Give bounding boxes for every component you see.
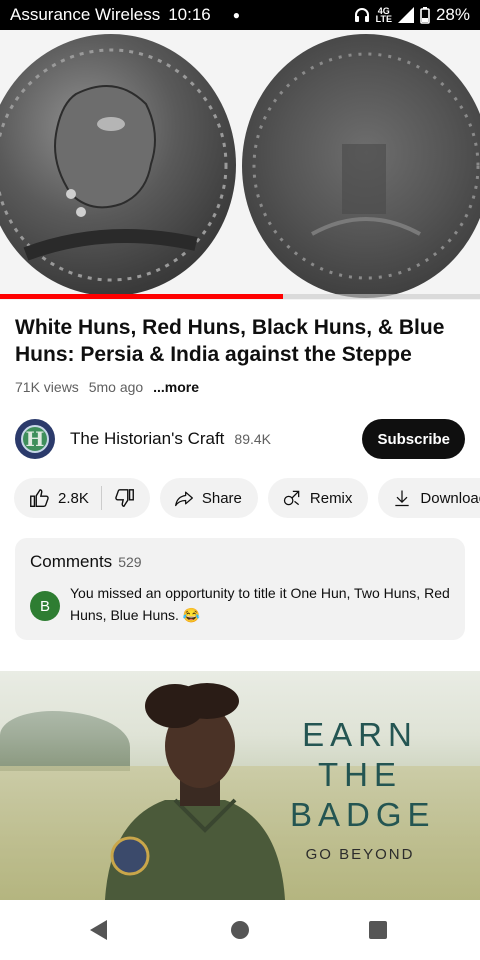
ad-subline: GO BEYOND [305, 846, 415, 863]
coin-fire-altar-icon [252, 52, 480, 280]
subscribe-button[interactable]: Subscribe [362, 419, 465, 459]
subscriber-count: 89.4K [234, 431, 271, 447]
headphones-icon [354, 8, 369, 22]
view-count: 71K views [15, 379, 79, 395]
upload-age: 5mo ago [88, 379, 144, 395]
like-button[interactable]: 2.8K [28, 487, 89, 509]
thumbs-down-icon [115, 489, 134, 507]
ad-headline-line3: BADGE [290, 796, 436, 833]
download-icon [395, 490, 410, 507]
notification-dot-icon: ● [232, 8, 241, 22]
recents-icon[interactable] [369, 921, 387, 939]
download-label: Download [420, 489, 480, 507]
ad-banner[interactable]: EARN THE BADGE GO BEYOND [0, 671, 480, 900]
network-lte-label: LTE [375, 14, 392, 24]
dislike-button[interactable] [114, 487, 136, 509]
download-button[interactable]: Download [378, 478, 480, 518]
battery-percent: 28% [435, 5, 470, 24]
system-nav-bar [0, 900, 480, 960]
coin-obverse-image [0, 34, 236, 296]
coin-portrait-icon [0, 48, 228, 282]
status-bar: Assurance Wireless 10:16 ● 4G LTE 28% [0, 0, 480, 30]
action-bar: 2.8K Share Remix Download [14, 478, 480, 518]
video-title[interactable]: White Huns, Red Huns, Black Huns, & Blue… [15, 314, 465, 368]
share-label: Share [201, 489, 242, 507]
home-icon[interactable] [231, 921, 249, 939]
signal-icon [397, 7, 414, 23]
coin-reverse-image [242, 34, 480, 298]
back-icon[interactable] [90, 920, 107, 940]
ad-headline-line2: THE [318, 756, 402, 793]
video-progress-fill [0, 294, 284, 299]
thumbs-up-icon [30, 489, 49, 507]
comments-count: 529 [118, 554, 142, 570]
comments-title: Comments [30, 552, 113, 571]
share-button[interactable]: Share [159, 478, 258, 518]
channel-row: H The Historian's Craft 89.4K Subscribe [15, 418, 465, 460]
video-player[interactable] [0, 30, 480, 300]
channel-avatar-letter: H [21, 425, 49, 453]
ad-headline: EARN THE BADGE [290, 715, 430, 835]
video-meta[interactable]: 71K views 5mo ago ...more [15, 379, 199, 395]
like-dislike-pill: 2.8K [14, 478, 150, 518]
remix-label: Remix [309, 489, 353, 507]
top-comment-text: You missed an opportunity to title it On… [70, 585, 450, 623]
comments-section[interactable]: Comments 529 B You missed an opportunity … [15, 538, 465, 640]
remix-button[interactable]: Remix [267, 478, 369, 518]
ad-headline-line1: EARN [302, 716, 418, 753]
channel-name[interactable]: The Historian's Craft [70, 429, 224, 449]
status-icons: 4G LTE 28% [354, 5, 470, 25]
network-type: 4G LTE [375, 7, 392, 24]
remix-icon [283, 490, 300, 506]
commenter-avatar: B [30, 591, 60, 621]
carrier-name: Assurance Wireless [10, 5, 161, 24]
like-separator [100, 486, 102, 510]
channel-avatar[interactable]: H [15, 419, 55, 459]
video-progress-bar[interactable] [0, 294, 480, 299]
clock: 10:16 [168, 5, 211, 24]
share-icon [174, 491, 193, 507]
ad-officer-image [105, 683, 285, 900]
comments-header: Comments 529 [30, 552, 142, 572]
like-count: 2.8K [58, 489, 89, 507]
more-link[interactable]: ...more [153, 379, 199, 395]
battery-icon [420, 6, 430, 24]
